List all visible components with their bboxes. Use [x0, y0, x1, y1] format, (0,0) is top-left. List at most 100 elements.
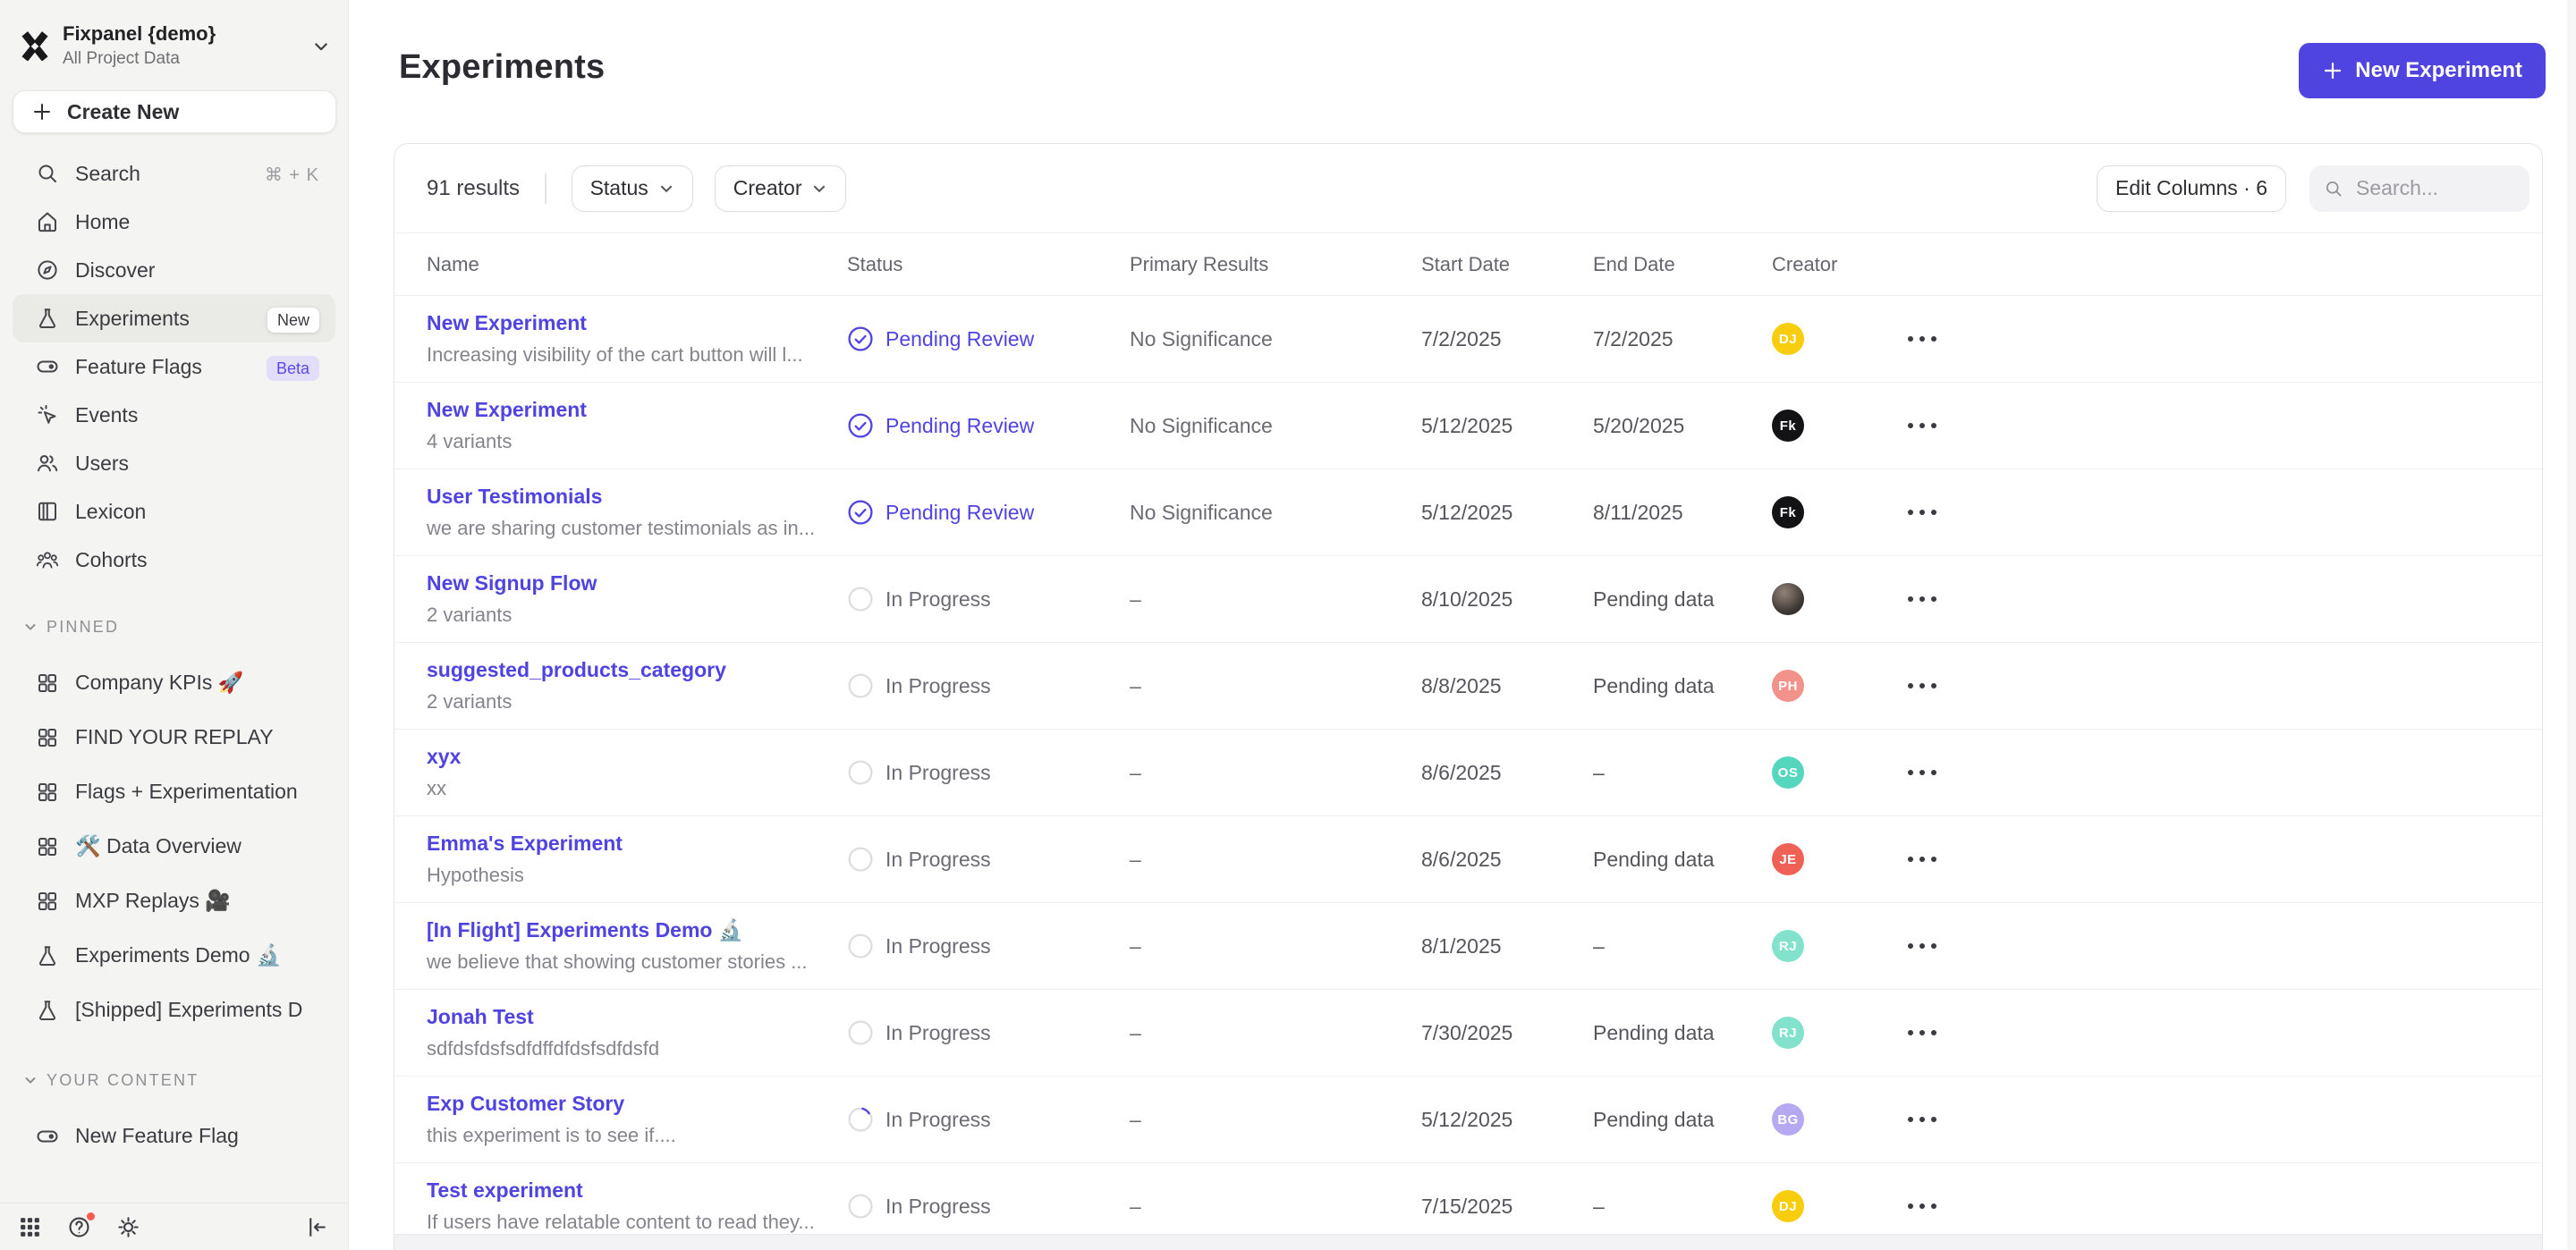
- experiment-name-link[interactable]: Test experiment: [427, 1178, 826, 1203]
- experiment-subtitle: 2 variants: [427, 690, 826, 714]
- experiment-name-link[interactable]: New Signup Flow: [427, 571, 826, 595]
- primary-results-value: –: [1130, 934, 1421, 959]
- compass-icon: [36, 258, 59, 282]
- creator-avatar: Fk: [1772, 496, 1804, 528]
- end-date-value: Pending data: [1593, 1021, 1772, 1045]
- experiment-name-link[interactable]: xyx: [427, 745, 826, 769]
- progress-circle-icon: [847, 759, 874, 786]
- row-menu-button[interactable]: [1906, 329, 1990, 349]
- column-header-status[interactable]: Status: [847, 253, 1130, 276]
- cohorts-icon: [36, 548, 59, 571]
- sidebar-item-events[interactable]: Events: [13, 391, 335, 439]
- sidebar-item-company-kpis[interactable]: Company KPIs 🚀: [13, 655, 335, 710]
- collapse-sidebar-icon[interactable]: [304, 1215, 328, 1239]
- results-count: 91 results: [427, 176, 520, 201]
- edit-columns-button[interactable]: Edit Columns · 6: [2097, 165, 2286, 212]
- status-label: In Progress: [886, 848, 991, 872]
- sidebar-item-experiments-demo[interactable]: Experiments Demo 🔬: [13, 928, 335, 983]
- experiment-name-link[interactable]: suggested_products_category: [427, 658, 826, 682]
- table-footer-strip: [394, 1234, 2542, 1250]
- search-input[interactable]: [2354, 175, 2515, 201]
- end-date-value: Pending data: [1593, 674, 1772, 698]
- column-header-name[interactable]: Name: [427, 253, 847, 276]
- creator-filter-label: Creator: [733, 176, 802, 200]
- primary-results-value: No Significance: [1130, 414, 1421, 438]
- experiment-name-link[interactable]: Jonah Test: [427, 1005, 826, 1029]
- status-label: Pending Review: [886, 414, 1034, 438]
- sidebar-item-label: MXP Replays 🎥: [75, 889, 231, 913]
- scrollbar-track[interactable]: [2567, 0, 2576, 1250]
- sidebar-item-label: Experiments: [75, 307, 190, 331]
- experiment-subtitle: 2 variants: [427, 604, 826, 627]
- sidebar-item-home[interactable]: Home: [13, 198, 335, 246]
- keyboard-shortcut: ⌘ + K: [265, 165, 319, 185]
- sidebar-item-users[interactable]: Users: [13, 439, 335, 487]
- status-filter-button[interactable]: Status: [572, 165, 693, 212]
- workspace-subtitle: All Project Data: [63, 49, 216, 69]
- sidebar-item-label: Events: [75, 403, 138, 427]
- workspace-switcher[interactable]: Fixpanel {demo} All Project Data: [0, 0, 348, 83]
- status-label: In Progress: [886, 1195, 991, 1219]
- toolbar-divider: [545, 173, 547, 204]
- column-header-end-date[interactable]: End Date: [1593, 253, 1772, 276]
- sidebar-item-new-feature-flag[interactable]: New Feature Flag: [13, 1109, 335, 1163]
- sidebar-item-feature-flags[interactable]: Feature Flags Beta: [13, 342, 335, 391]
- sidebar-item-shipped-experiments-demo[interactable]: [Shipped] Experiments Demo 🖊️: [13, 983, 335, 1037]
- row-menu-button[interactable]: [1906, 416, 1990, 435]
- start-date-value: 8/6/2025: [1421, 848, 1593, 872]
- experiment-name-link[interactable]: New Experiment: [427, 311, 826, 335]
- experiment-name-link[interactable]: Exp Customer Story: [427, 1092, 826, 1116]
- settings-gear-icon[interactable]: [116, 1215, 140, 1239]
- column-header-start-date[interactable]: Start Date: [1421, 253, 1593, 276]
- row-menu-button[interactable]: [1906, 849, 1990, 869]
- progress-circle-icon: [847, 672, 874, 699]
- creator-avatar: JE: [1772, 843, 1804, 875]
- board-grid-icon: [36, 671, 59, 695]
- experiment-name-link[interactable]: New Experiment: [427, 398, 826, 422]
- row-menu-button[interactable]: [1906, 1196, 1990, 1216]
- sidebar-item-flags-experimentation-demo[interactable]: Flags + Experimentation Demo ,: [13, 764, 335, 819]
- new-experiment-button[interactable]: New Experiment: [2299, 43, 2546, 98]
- sidebar-item-experiments[interactable]: Experiments New: [13, 294, 335, 342]
- help-button[interactable]: [67, 1215, 91, 1239]
- experiment-name-link[interactable]: [In Flight] Experiments Demo 🔬: [427, 918, 826, 942]
- primary-results-value: –: [1130, 587, 1421, 612]
- start-date-value: 5/12/2025: [1421, 501, 1593, 525]
- row-menu-button[interactable]: [1906, 936, 1990, 956]
- sidebar-item-mxp-replays[interactable]: MXP Replays 🎥: [13, 874, 335, 928]
- toggle-icon: [36, 1125, 59, 1148]
- sidebar-item-cohorts[interactable]: Cohorts: [13, 536, 335, 584]
- sidebar-section-header[interactable]: YOUR CONTENT: [0, 1062, 348, 1098]
- chevron-down-icon: [312, 38, 330, 55]
- sidebar-item-data-overview[interactable]: 🛠️ Data Overview: [13, 819, 335, 874]
- start-date-value: 8/1/2025: [1421, 934, 1593, 959]
- sidebar-item-search[interactable]: Search ⌘ + K: [13, 149, 335, 198]
- column-header-primary-results[interactable]: Primary Results: [1130, 253, 1421, 276]
- row-menu-button[interactable]: [1906, 676, 1990, 696]
- experiment-name-link[interactable]: User Testimonials: [427, 485, 826, 509]
- row-menu-button[interactable]: [1906, 503, 1990, 522]
- sidebar-section-header[interactable]: PINNED: [0, 609, 348, 645]
- start-date-value: 8/6/2025: [1421, 761, 1593, 785]
- experiment-name-link[interactable]: Emma's Experiment: [427, 832, 826, 856]
- experiment-subtitle: 4 variants: [427, 430, 826, 453]
- row-menu-button[interactable]: [1906, 1023, 1990, 1043]
- sidebar-item-find-your-replay[interactable]: FIND YOUR REPLAY: [13, 710, 335, 764]
- row-menu-button[interactable]: [1906, 1110, 1990, 1129]
- create-new-button[interactable]: Create New: [13, 90, 336, 133]
- experiment-subtitle: we believe that showing customer stories…: [427, 950, 826, 974]
- plus-icon: [31, 101, 53, 122]
- table-row: [In Flight] Experiments Demo 🔬 we believ…: [394, 903, 2542, 990]
- sidebar-item-discover[interactable]: Discover: [13, 246, 335, 294]
- apps-grid-icon[interactable]: [18, 1215, 42, 1239]
- sidebar: Fixpanel {demo} All Project Data Create …: [0, 0, 349, 1250]
- row-menu-button[interactable]: [1906, 589, 1990, 609]
- end-date-value: 5/20/2025: [1593, 414, 1772, 438]
- column-header-creator[interactable]: Creator: [1772, 253, 1906, 276]
- primary-results-value: –: [1130, 674, 1421, 698]
- creator-avatar: RJ: [1772, 930, 1804, 962]
- row-menu-button[interactable]: [1906, 763, 1990, 782]
- primary-results-value: –: [1130, 1021, 1421, 1045]
- sidebar-item-lexicon[interactable]: Lexicon: [13, 487, 335, 536]
- creator-filter-button[interactable]: Creator: [715, 165, 847, 212]
